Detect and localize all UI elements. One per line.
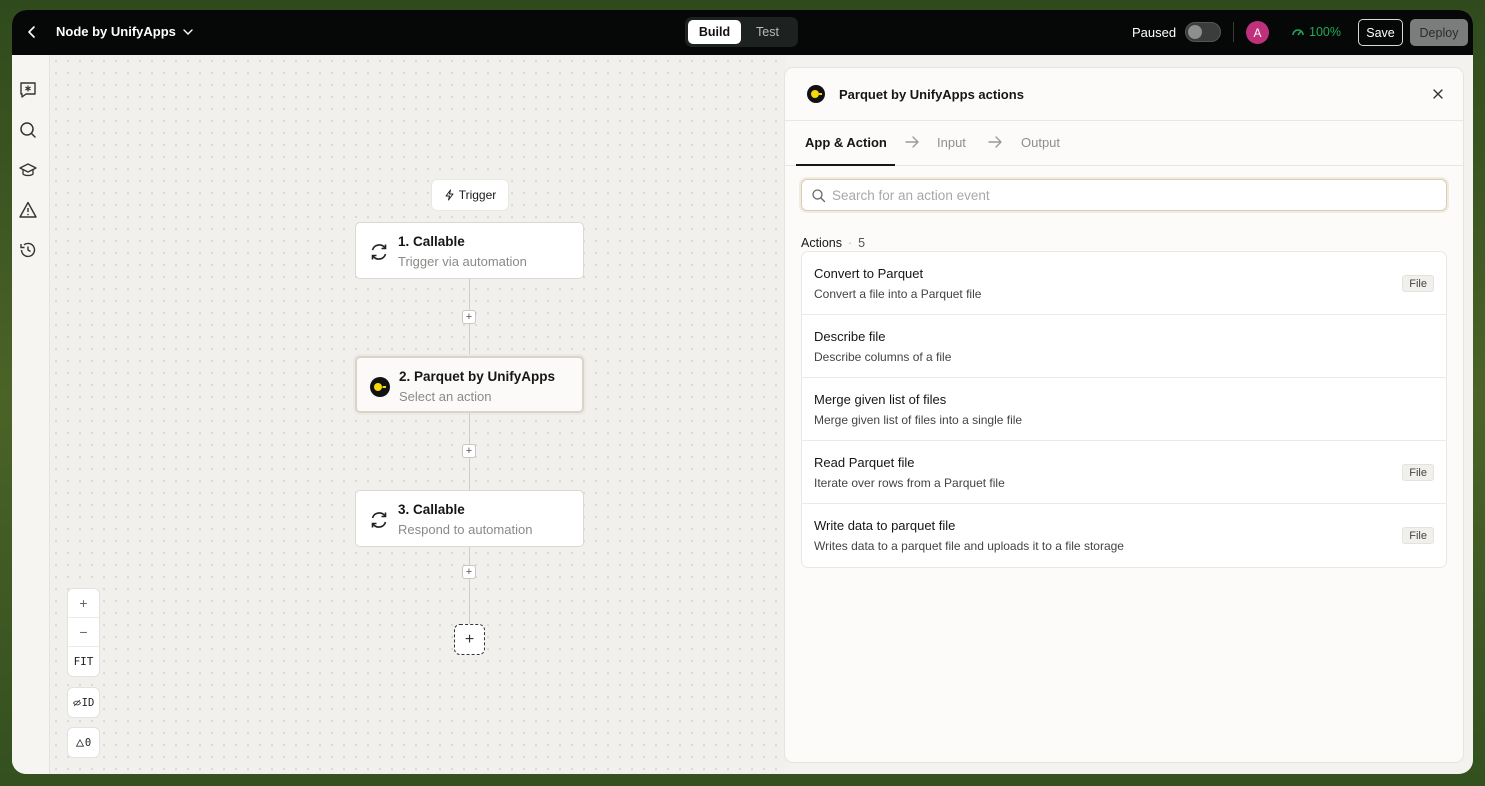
workflow-canvas[interactable]: Trigger 1. Callable Trigger via automati… bbox=[50, 55, 785, 774]
id-toggle-button[interactable]: ID bbox=[68, 688, 99, 717]
arrow-right-icon bbox=[988, 136, 1002, 148]
action-search-input[interactable] bbox=[832, 184, 1432, 206]
mode-build-tab[interactable]: Build bbox=[688, 20, 741, 44]
warnings-button[interactable]: 0 bbox=[68, 728, 99, 757]
node-subtitle: Trigger via automation bbox=[398, 254, 527, 269]
node-title: 3. Callable bbox=[398, 502, 465, 517]
automation-title-dropdown[interactable]: Node by UnifyApps bbox=[56, 24, 194, 39]
action-tag: File bbox=[1402, 464, 1434, 481]
actions-count: 5 bbox=[858, 236, 866, 250]
health-indicator[interactable]: 100% bbox=[1291, 25, 1341, 39]
node-title: 2. Parquet by UnifyApps bbox=[399, 369, 556, 384]
refresh-icon bbox=[368, 241, 390, 263]
mode-test-tab[interactable]: Test bbox=[741, 20, 794, 44]
action-description: Merge given list of files into a single … bbox=[814, 413, 1023, 427]
action-title: Merge given list of files bbox=[814, 392, 947, 407]
workflow-node-2[interactable]: 2. Parquet by UnifyApps Select an action bbox=[355, 356, 584, 413]
arrow-right-icon bbox=[905, 136, 919, 148]
refresh-icon bbox=[368, 509, 390, 531]
workflow-node-3[interactable]: 3. Callable Respond to automation bbox=[355, 490, 584, 547]
back-chevron-icon[interactable] bbox=[22, 22, 42, 42]
step-tabs: App & Action Input Output bbox=[785, 121, 1463, 166]
add-final-step-button[interactable]: + bbox=[454, 624, 485, 655]
action-item[interactable]: Convert to Parquet Convert a file into a… bbox=[802, 252, 1446, 315]
top-bar: Node by UnifyApps Build Test Paused A 10… bbox=[12, 10, 1473, 55]
divider bbox=[1233, 22, 1234, 42]
panel-title: Parquet by UnifyApps actions bbox=[839, 87, 1024, 102]
active-tab-indicator bbox=[796, 164, 895, 166]
automation-title: Node by UnifyApps bbox=[56, 24, 176, 39]
connector-line bbox=[469, 547, 470, 624]
eye-off-icon bbox=[72, 699, 81, 706]
trigger-label: Trigger bbox=[458, 188, 497, 202]
actions-list: Convert to Parquet Convert a file into a… bbox=[801, 251, 1447, 568]
gauge-icon bbox=[1292, 29, 1304, 36]
actions-header: Actions · 5 bbox=[801, 236, 865, 250]
search-icon bbox=[812, 189, 826, 203]
left-rail bbox=[12, 55, 50, 774]
warning-icon bbox=[75, 738, 84, 747]
fit-view-button[interactable]: FIT bbox=[68, 647, 99, 676]
action-item[interactable]: Read Parquet file Iterate over rows from… bbox=[802, 441, 1446, 504]
separator-dot: · bbox=[848, 236, 853, 250]
zoom-controls: + − FIT bbox=[68, 589, 99, 676]
save-button[interactable]: Save bbox=[1358, 19, 1403, 46]
action-description: Iterate over rows from a Parquet file bbox=[814, 476, 1005, 490]
add-step-button[interactable]: + bbox=[462, 444, 476, 458]
actions-label: Actions bbox=[801, 236, 842, 250]
mode-switch: Build Test bbox=[685, 17, 798, 47]
workflow-node-1[interactable]: 1. Callable Trigger via automation bbox=[355, 222, 584, 279]
node-subtitle: Respond to automation bbox=[398, 522, 533, 537]
app-window: Node by UnifyApps Build Test Paused A 10… bbox=[12, 10, 1473, 774]
trigger-chip[interactable]: Trigger bbox=[432, 180, 508, 210]
tab-output[interactable]: Output bbox=[1021, 135, 1060, 150]
action-description: Writes data to a parquet file and upload… bbox=[814, 539, 1124, 553]
pause-toggle[interactable] bbox=[1185, 22, 1221, 42]
node-title: 1. Callable bbox=[398, 234, 465, 249]
lightning-icon bbox=[445, 189, 454, 201]
action-tag: File bbox=[1402, 275, 1434, 292]
deploy-button[interactable]: Deploy bbox=[1410, 19, 1468, 46]
action-item[interactable]: Describe file Describe columns of a file bbox=[802, 315, 1446, 378]
action-search bbox=[801, 179, 1447, 211]
status-label: Paused bbox=[1132, 25, 1177, 40]
parquet-logo-icon bbox=[807, 85, 825, 103]
action-title: Describe file bbox=[814, 329, 886, 344]
health-percent: 100% bbox=[1309, 25, 1341, 39]
zoom-out-button[interactable]: − bbox=[68, 618, 99, 647]
tab-app-action[interactable]: App & Action bbox=[805, 135, 887, 150]
action-title: Write data to parquet file bbox=[814, 518, 956, 533]
warning-icon[interactable] bbox=[18, 200, 38, 220]
id-toggle-label: ID bbox=[81, 696, 95, 709]
add-step-button[interactable]: + bbox=[462, 565, 476, 579]
warnings-count: 0 bbox=[84, 736, 92, 749]
toggle-knob bbox=[1188, 25, 1202, 39]
add-step-button[interactable]: + bbox=[462, 310, 476, 324]
action-title: Read Parquet file bbox=[814, 455, 915, 470]
action-description: Describe columns of a file bbox=[814, 350, 952, 364]
action-description: Convert a file into a Parquet file bbox=[814, 287, 982, 301]
parquet-logo-icon bbox=[369, 376, 391, 398]
action-tag: File bbox=[1402, 527, 1434, 544]
action-title: Convert to Parquet bbox=[814, 266, 924, 281]
tab-input[interactable]: Input bbox=[937, 135, 966, 150]
ai-chat-icon[interactable] bbox=[18, 80, 38, 100]
search-icon[interactable] bbox=[18, 120, 38, 140]
history-icon[interactable] bbox=[18, 240, 38, 260]
action-item[interactable]: Merge given list of files Merge given li… bbox=[802, 378, 1446, 441]
zoom-in-button[interactable]: + bbox=[68, 589, 99, 618]
node-subtitle: Select an action bbox=[399, 389, 492, 404]
actions-panel: Parquet by UnifyApps actions App & Actio… bbox=[785, 68, 1463, 762]
graduation-cap-icon[interactable] bbox=[18, 160, 38, 180]
close-icon[interactable] bbox=[1430, 86, 1446, 102]
chevron-down-icon bbox=[183, 28, 193, 35]
action-item[interactable]: Write data to parquet file Writes data t… bbox=[802, 504, 1446, 567]
user-avatar[interactable]: A bbox=[1246, 21, 1269, 44]
